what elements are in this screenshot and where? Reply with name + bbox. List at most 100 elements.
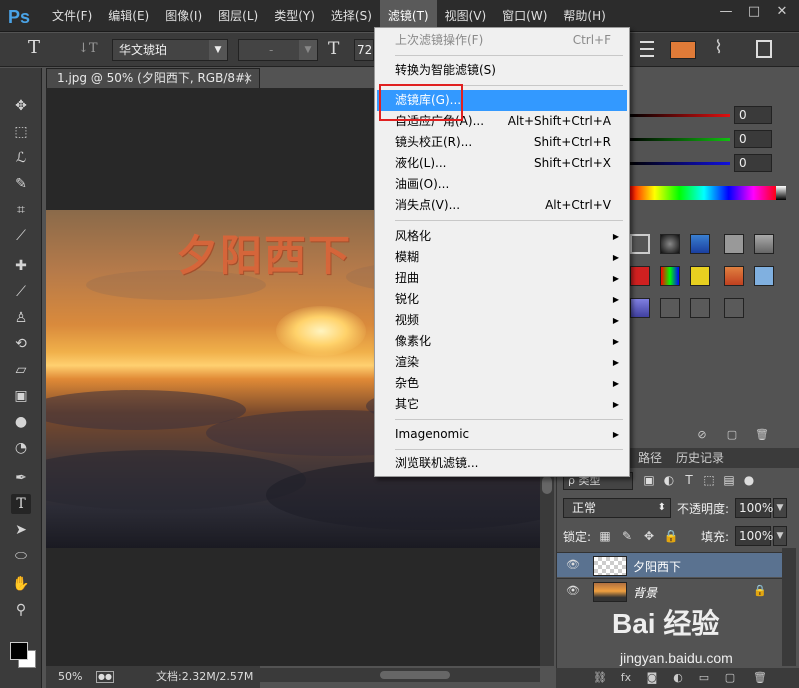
dodge-tool-icon[interactable]: ◔ (11, 438, 31, 458)
opacity-field[interactable]: 100% (735, 498, 773, 518)
layer-name[interactable]: 背景 (633, 584, 657, 601)
blue-value[interactable]: 0 (734, 154, 772, 172)
adjustment-filter-icon[interactable]: ◐ (661, 472, 677, 488)
ellipse-tool-icon[interactable]: ⬭ (11, 546, 31, 566)
document-tab[interactable]: 1.jpg @ 50% (夕阳西下, RGB/8#) * × (46, 68, 260, 104)
style-swatch[interactable] (690, 298, 710, 318)
horizontal-scrollbar[interactable] (260, 668, 540, 682)
quick-select-tool-icon[interactable]: ✎ (11, 174, 31, 194)
blend-mode-select[interactable]: 正常 ⬍ (563, 498, 671, 518)
lock-pixels-icon[interactable]: ✎ (619, 528, 635, 544)
shape-filter-icon[interactable]: ⬚ (701, 472, 717, 488)
tab-paths[interactable]: 路径 (638, 448, 662, 468)
menu-item-imagenomic[interactable]: Imagenomic ▶ (377, 424, 627, 445)
lock-all-icon[interactable]: 🔒 (663, 528, 679, 544)
font-style-select[interactable]: - ▼ (238, 39, 318, 61)
style-swatch[interactable] (724, 298, 744, 318)
menu-item-vanishing-point[interactable]: 消失点(V)... Alt+Ctrl+V (377, 195, 627, 216)
menu-item-pixelate[interactable]: 像素化 ▶ (377, 331, 627, 352)
text-orientation-icon[interactable]: ↓T (78, 41, 98, 56)
move-tool-icon[interactable]: ✥ (11, 96, 31, 116)
menu-item-video[interactable]: 视频 ▶ (377, 310, 627, 331)
style-swatch[interactable] (630, 298, 650, 318)
brush-tool-icon[interactable]: ⟋ (11, 282, 31, 302)
eye-icon[interactable]: 👁 (565, 585, 581, 597)
style-swatch[interactable] (754, 266, 774, 286)
menu-image[interactable]: 图像(I) (157, 0, 210, 32)
menu-item-liquify[interactable]: 液化(L)... Shift+Ctrl+X (377, 153, 627, 174)
menu-edit[interactable]: 编辑(E) (100, 0, 157, 32)
close-icon[interactable]: × (243, 69, 253, 88)
blur-tool-icon[interactable]: ● (11, 412, 31, 432)
style-swatch[interactable] (660, 298, 680, 318)
chevron-down-icon[interactable]: ▼ (773, 498, 787, 518)
type-tool-icon[interactable]: T (11, 494, 31, 514)
minimize-button[interactable]: — (713, 2, 739, 22)
close-button[interactable]: ✕ (769, 2, 795, 22)
fill-field[interactable]: 100% (735, 526, 773, 546)
menu-item-render[interactable]: 渲染 ▶ (377, 352, 627, 373)
menu-item-noise[interactable]: 杂色 ▶ (377, 373, 627, 394)
menu-item-other[interactable]: 其它 ▶ (377, 394, 627, 415)
style-swatch[interactable] (724, 234, 744, 254)
style-swatch[interactable] (690, 266, 710, 286)
menu-item-last-filter[interactable]: 上次滤镜操作(F) Ctrl+F (377, 30, 627, 51)
path-select-tool-icon[interactable]: ➤ (11, 520, 31, 540)
menu-item-sharpen[interactable]: 锐化 ▶ (377, 289, 627, 310)
menu-item-distort[interactable]: 扭曲 ▶ (377, 268, 627, 289)
lasso-tool-icon[interactable]: ℒ (11, 148, 31, 168)
lock-position-icon[interactable]: ✥ (641, 528, 657, 544)
tab-history[interactable]: 历史记录 (676, 448, 724, 468)
color-spectrum[interactable] (630, 186, 786, 200)
menu-layer[interactable]: 图层(L) (210, 0, 266, 32)
menu-item-blur[interactable]: 模糊 ▶ (377, 247, 627, 268)
status-info-icon[interactable]: ●● (96, 671, 114, 683)
foreground-color-swatch[interactable] (10, 642, 28, 660)
gradient-tool-icon[interactable]: ▣ (11, 386, 31, 406)
style-swatch[interactable] (754, 234, 774, 254)
style-swatch[interactable] (630, 234, 650, 254)
red-value[interactable]: 0 (734, 106, 772, 124)
warp-text-icon[interactable]: ⌇ (714, 37, 723, 58)
green-value[interactable]: 0 (734, 130, 772, 148)
smart-object-filter-icon[interactable]: ▤ (721, 472, 737, 488)
scroll-thumb[interactable] (380, 671, 450, 679)
lock-transparency-icon[interactable]: ▦ (597, 528, 613, 544)
layer-row[interactable]: 👁 背景 🔒 (557, 578, 783, 603)
style-swatch[interactable] (724, 266, 744, 286)
pen-tool-icon[interactable]: ✒ (11, 468, 31, 488)
hand-tool-icon[interactable]: ✋ (11, 574, 31, 594)
chevron-down-icon[interactable]: ▼ (773, 526, 787, 546)
style-swatch[interactable] (630, 266, 650, 286)
green-slider[interactable] (630, 138, 730, 141)
trash-icon[interactable]: 🗑 (754, 428, 770, 442)
menu-item-convert-smart-filter[interactable]: 转换为智能滤镜(S) (377, 60, 627, 81)
menu-item-browse-online-filters[interactable]: 浏览联机滤镜... (377, 453, 627, 474)
layer-row[interactable]: 👁 夕阳西下 (557, 552, 783, 577)
menu-select[interactable]: 选择(S) (323, 0, 380, 32)
style-swatch[interactable] (690, 234, 710, 254)
menu-item-oil-paint[interactable]: 油画(O)... (377, 174, 627, 195)
zoom-tool-icon[interactable]: ⚲ (11, 600, 31, 620)
eye-icon[interactable]: 👁 (565, 559, 581, 571)
type-filter-icon[interactable]: T (681, 472, 697, 488)
font-family-select[interactable]: 华文琥珀 ▼ (112, 39, 228, 61)
menu-type[interactable]: 类型(Y) (266, 0, 323, 32)
text-color-swatch[interactable] (670, 41, 696, 59)
style-swatch[interactable] (660, 234, 680, 254)
menu-item-stylize[interactable]: 风格化 ▶ (377, 226, 627, 247)
character-panel-icon[interactable] (756, 40, 772, 58)
type-tool-icon[interactable]: T (28, 37, 40, 58)
font-size-field[interactable]: 72 (354, 39, 374, 61)
healing-brush-tool-icon[interactable]: ✚ (11, 256, 31, 276)
filter-toggle-icon[interactable]: ● (741, 472, 757, 488)
red-slider[interactable] (630, 114, 730, 117)
eraser-tool-icon[interactable]: ▱ (11, 360, 31, 380)
pixel-filter-icon[interactable]: ▣ (641, 472, 657, 488)
crop-tool-icon[interactable]: ⌗ (11, 200, 31, 220)
align-right-icon[interactable] (640, 41, 654, 57)
style-swatch[interactable] (660, 266, 680, 286)
menu-item-lens-correction[interactable]: 镜头校正(R)... Shift+Ctrl+R (377, 132, 627, 153)
clone-stamp-tool-icon[interactable]: ♙ (11, 308, 31, 328)
maximize-button[interactable]: □ (741, 2, 767, 22)
